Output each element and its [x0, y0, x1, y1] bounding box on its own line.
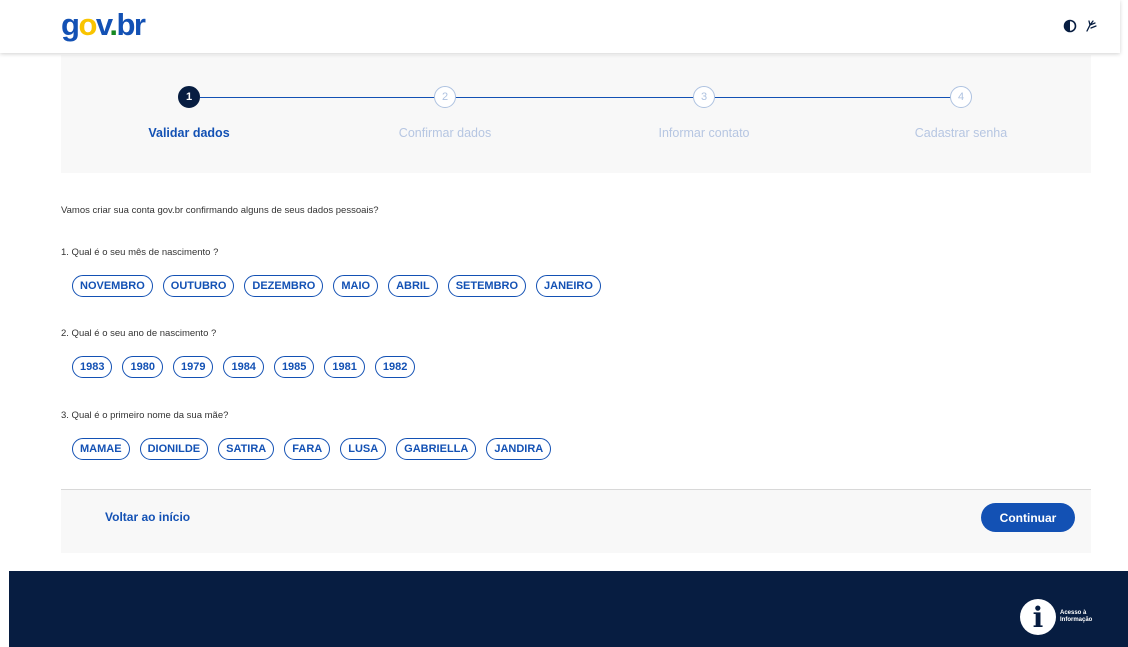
- option-mother-name[interactable]: JANDIRA: [486, 438, 552, 460]
- step-4-circle: 4: [950, 86, 972, 108]
- back-to-start-link[interactable]: Voltar ao início: [105, 510, 190, 524]
- step-2-circle: 2: [434, 86, 456, 108]
- intro-text: Vamos criar sua conta gov.br confirmando…: [61, 205, 379, 216]
- option-mother-name[interactable]: DIONILDE: [139, 438, 209, 460]
- contrast-icon[interactable]: [1063, 19, 1077, 33]
- question-3-label: 3. Qual é o primeiro nome da sua mãe?: [61, 410, 229, 421]
- option-year[interactable]: 1983: [72, 356, 113, 378]
- question-2-label: 2. Qual é o seu ano de nascimento ?: [61, 328, 217, 339]
- footer: i Acesso à Informação: [9, 571, 1128, 647]
- option-year[interactable]: 1985: [273, 356, 315, 378]
- continue-button[interactable]: Continuar: [981, 503, 1075, 532]
- option-year[interactable]: 1980: [122, 356, 163, 378]
- option-mother-name[interactable]: LUSA: [340, 438, 387, 460]
- question-1-label: 1. Qual é o seu mês de nascimento ?: [61, 247, 219, 258]
- step-3-circle: 3: [693, 86, 715, 108]
- option-mother-name[interactable]: FARA: [284, 438, 331, 460]
- option-month[interactable]: NOVEMBRO: [72, 275, 153, 297]
- step-3-label: Informar contato: [658, 126, 750, 140]
- option-mother-name[interactable]: MAMAE: [72, 438, 130, 460]
- option-month[interactable]: DEZEMBRO: [244, 275, 324, 297]
- option-month[interactable]: OUTUBRO: [162, 275, 235, 297]
- info-icon: i: [1020, 599, 1056, 635]
- option-mother-name[interactable]: SATIRA: [218, 438, 275, 460]
- option-year[interactable]: 1982: [374, 356, 416, 378]
- question-3-options: MAMAE DIONILDE SATIRA FARA LUSA GABRIELL…: [72, 438, 552, 460]
- step-1-label: Validar dados: [148, 126, 230, 140]
- option-year[interactable]: 1979: [172, 356, 214, 378]
- option-mother-name[interactable]: GABRIELLA: [396, 438, 477, 460]
- option-month[interactable]: MAIO: [333, 275, 379, 297]
- step-1-circle: 1: [178, 86, 200, 108]
- option-year[interactable]: 1984: [223, 356, 264, 378]
- acesso-informacao-text: Acesso à Informação: [1060, 610, 1093, 623]
- option-year[interactable]: 1981: [324, 356, 365, 378]
- option-month[interactable]: ABRIL: [388, 275, 438, 297]
- libras-hand-icon[interactable]: [1084, 19, 1098, 33]
- stepper-line: [200, 97, 964, 98]
- option-month[interactable]: SETEMBRO: [447, 275, 527, 297]
- question-2-options: 1983 1980 1979 1984 1985 1981 1982: [72, 356, 416, 378]
- gov-br-logo[interactable]: gov.br: [61, 8, 146, 42]
- question-1-options: NOVEMBRO OUTUBRO DEZEMBRO MAIO ABRIL SET…: [72, 275, 601, 297]
- step-4-label: Cadastrar senha: [914, 126, 1008, 140]
- acesso-informacao-badge[interactable]: i Acesso à Informação: [1020, 599, 1100, 635]
- action-bar: Voltar ao início Continuar: [61, 489, 1091, 553]
- option-month[interactable]: JANEIRO: [536, 275, 601, 297]
- header: gov.br: [0, 0, 1120, 53]
- step-2-label: Confirmar dados: [398, 126, 492, 140]
- registration-stepper: 1 2 3 4 Validar dados Confirmar dados In…: [61, 55, 1091, 173]
